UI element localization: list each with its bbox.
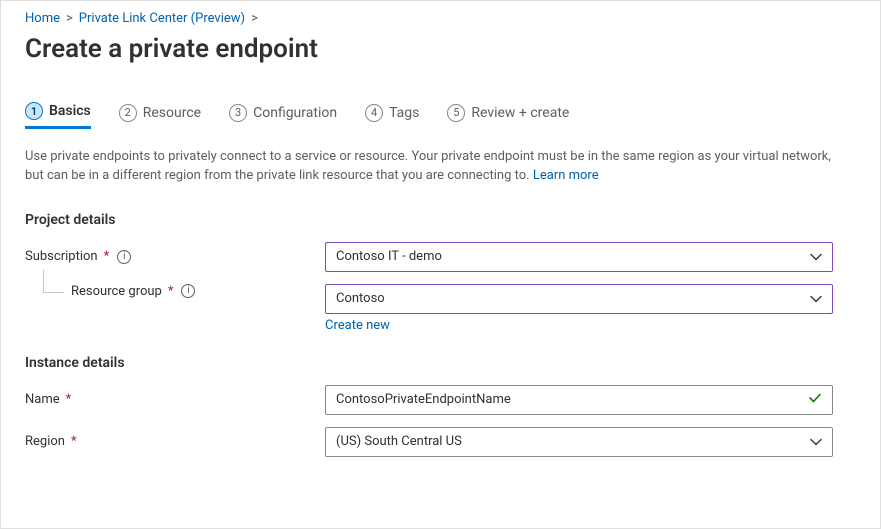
tab-label: Basics (49, 103, 91, 119)
breadcrumb-home[interactable]: Home (25, 11, 60, 26)
tab-number: 1 (25, 102, 43, 120)
tab-label: Tags (389, 105, 419, 121)
name-input[interactable]: ContosoPrivateEndpointName (325, 385, 833, 415)
checkmark-icon (808, 391, 822, 409)
resource-group-select[interactable]: Contoso (325, 284, 833, 314)
section-project-details: Project details (25, 212, 856, 228)
chevron-down-icon (810, 251, 822, 263)
select-value: (US) South Central US (336, 434, 462, 449)
label-region: Region * (25, 434, 325, 449)
description-text: Use private endpoints to privately conne… (25, 149, 831, 183)
tab-tags[interactable]: 4 Tags (365, 102, 419, 129)
tab-configuration[interactable]: 3 Configuration (229, 102, 337, 129)
required-asterisk: * (66, 392, 72, 407)
tab-description: Use private endpoints to privately conne… (25, 148, 845, 186)
chevron-down-icon (810, 436, 822, 448)
label-name: Name * (25, 392, 325, 407)
tab-number: 5 (447, 104, 465, 122)
tab-number: 3 (229, 104, 247, 122)
wizard-tabs: 1 Basics 2 Resource 3 Configuration 4 Ta… (25, 102, 856, 130)
tab-label: Review + create (471, 105, 569, 121)
chevron-down-icon (810, 293, 822, 305)
tab-number: 4 (365, 104, 383, 122)
select-value: Contoso IT - demo (336, 249, 442, 264)
tab-basics[interactable]: 1 Basics (25, 102, 91, 129)
label-text: Subscription (25, 249, 98, 264)
breadcrumb-separator: > (66, 11, 73, 26)
tab-label: Configuration (253, 105, 337, 121)
required-asterisk: * (104, 249, 110, 264)
label-text: Resource group (71, 284, 162, 299)
section-instance-details: Instance details (25, 355, 856, 371)
label-subscription: Subscription * i (25, 249, 325, 264)
select-value: Contoso (336, 291, 385, 306)
label-resource-group: Resource group * i (25, 284, 325, 299)
subscription-select[interactable]: Contoso IT - demo (325, 242, 833, 272)
page-title: Create a private endpoint (25, 34, 856, 64)
input-value: ContosoPrivateEndpointName (336, 392, 511, 407)
breadcrumb: Home > Private Link Center (Preview) > (25, 11, 856, 26)
region-select[interactable]: (US) South Central US (325, 427, 833, 457)
info-icon[interactable]: i (181, 284, 195, 298)
required-asterisk: * (71, 434, 77, 449)
tab-review-create[interactable]: 5 Review + create (447, 102, 569, 129)
label-text: Name (25, 392, 60, 407)
tab-resource[interactable]: 2 Resource (119, 102, 201, 129)
label-text: Region (25, 434, 65, 449)
tab-number: 2 (119, 104, 137, 122)
info-icon[interactable]: i (117, 250, 131, 264)
tab-label: Resource (143, 105, 201, 121)
learn-more-link[interactable]: Learn more (533, 168, 599, 183)
breadcrumb-private-link-center[interactable]: Private Link Center (Preview) (79, 11, 245, 26)
required-asterisk: * (168, 284, 174, 299)
create-new-link[interactable]: Create new (325, 318, 390, 333)
breadcrumb-separator: > (251, 11, 258, 26)
